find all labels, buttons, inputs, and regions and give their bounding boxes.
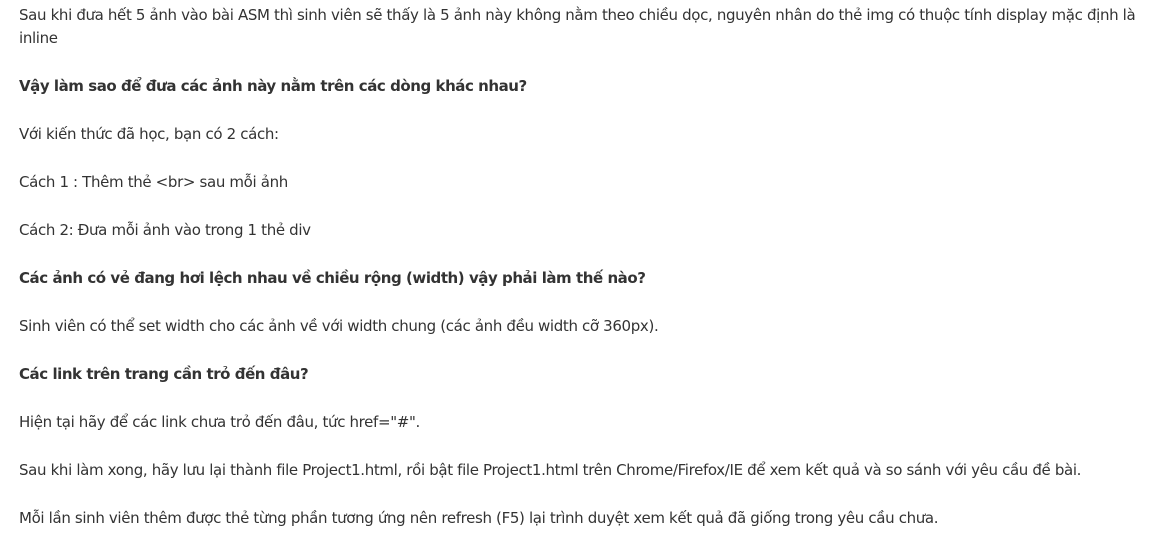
question-heading-width: Các ảnh có vẻ đang hơi lệch nhau về chiề… (19, 269, 646, 287)
article-content: Sau khi đưa hết 5 ảnh vào bài ASM thì si… (19, 4, 1149, 530)
refresh-paragraph: Mỗi lần sinh viên thêm được thẻ từng phầ… (19, 509, 939, 527)
links-answer-paragraph: Hiện tại hãy để các link chưa trỏ đến đâ… (19, 413, 420, 431)
method-1-paragraph: Cách 1 : Thêm thẻ <br> sau mỗi ảnh (19, 173, 288, 191)
method-2-paragraph: Cách 2: Đưa mỗi ảnh vào trong 1 thẻ div (19, 221, 311, 239)
question-heading-lines: Vậy làm sao để đưa các ảnh này nằm trên … (19, 77, 527, 95)
width-answer-paragraph: Sinh viên có thể set width cho các ảnh v… (19, 317, 659, 335)
save-file-paragraph: Sau khi làm xong, hãy lưu lại thành file… (19, 461, 1082, 479)
methods-intro-paragraph: Với kiến thức đã học, bạn có 2 cách: (19, 125, 279, 143)
question-heading-links: Các link trên trang cần trỏ đến đâu? (19, 365, 309, 383)
intro-paragraph: Sau khi đưa hết 5 ảnh vào bài ASM thì si… (19, 6, 1136, 47)
